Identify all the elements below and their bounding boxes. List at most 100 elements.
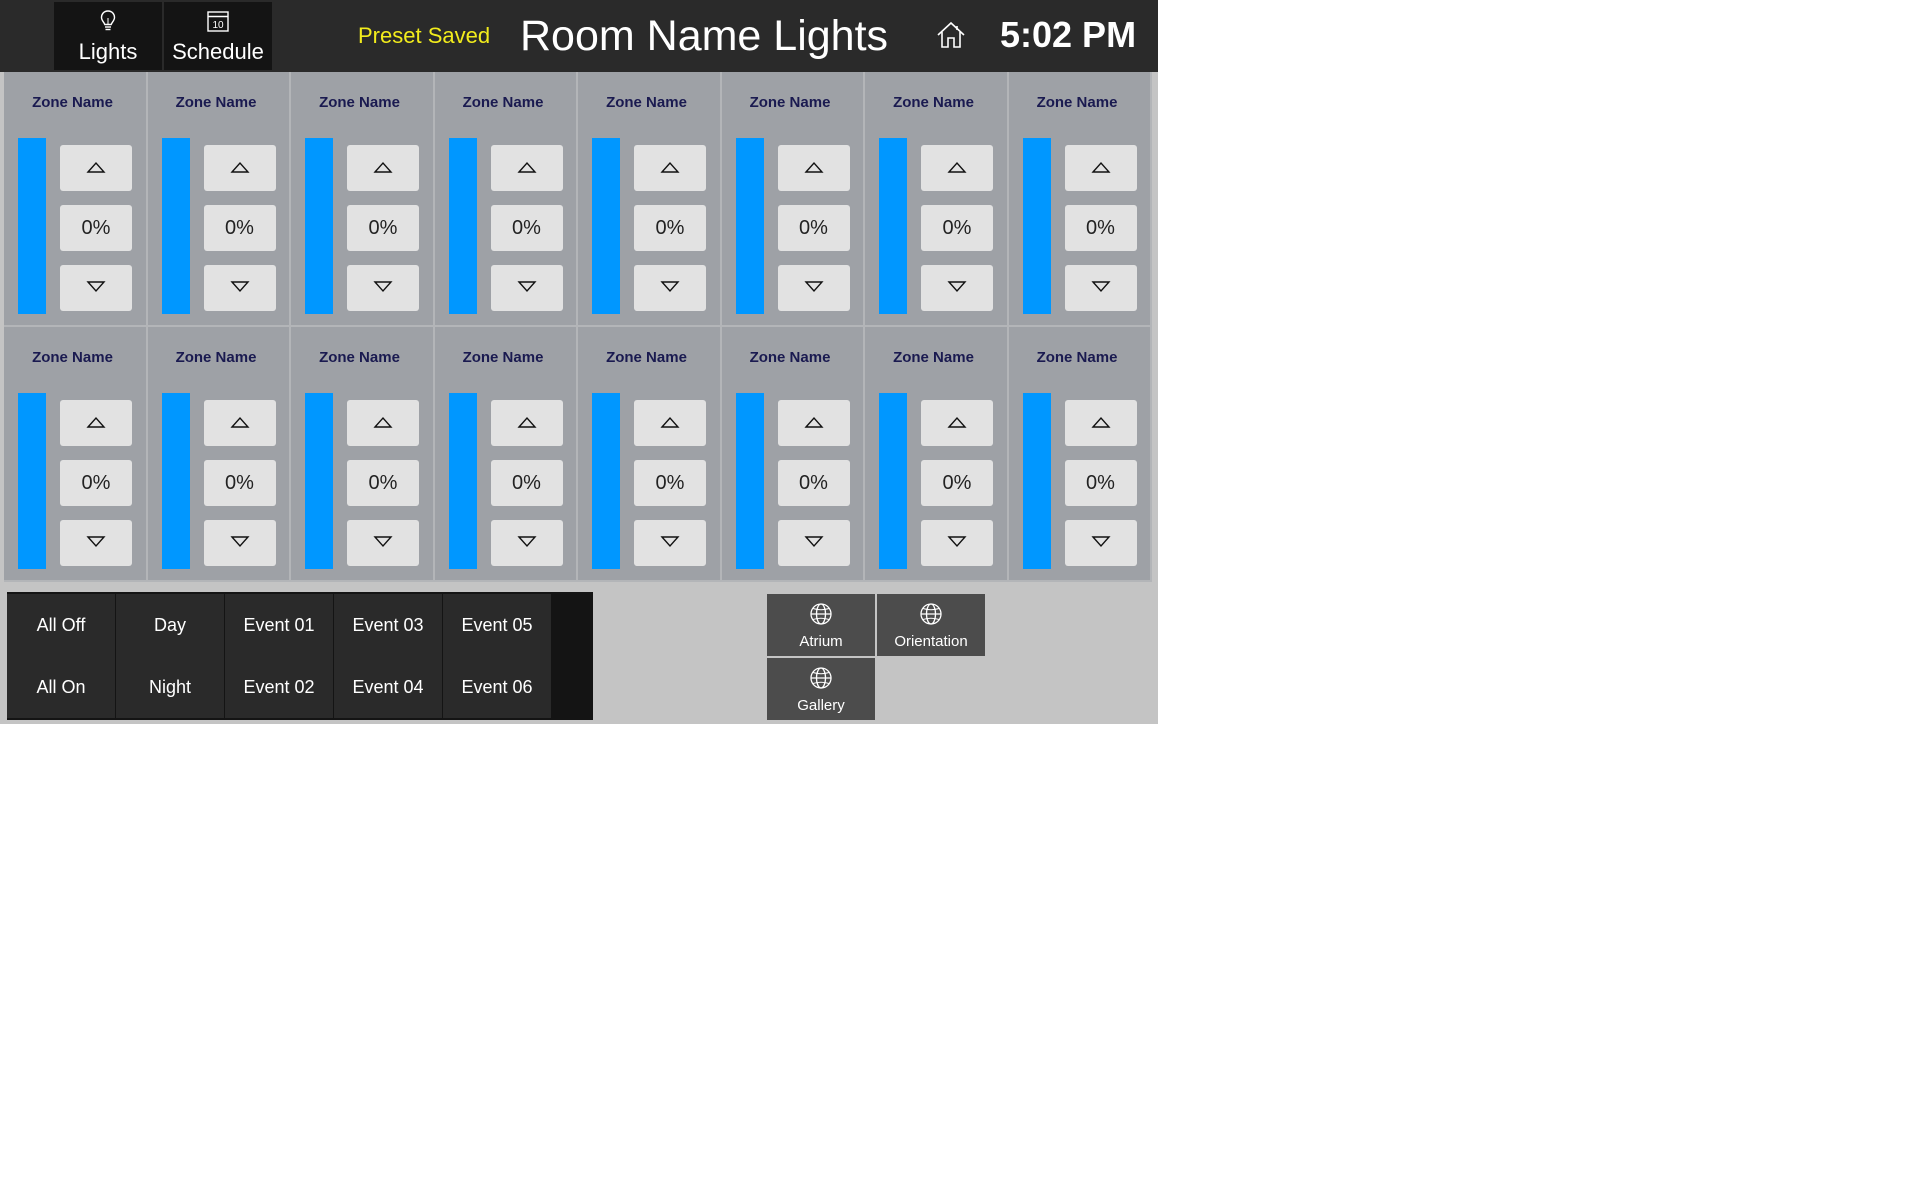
- zone-level-readout: 0%: [634, 460, 706, 506]
- calendar-day-number: 10: [212, 20, 224, 31]
- zone-raise-button[interactable]: [203, 400, 276, 446]
- preset-button[interactable]: Night: [116, 656, 224, 718]
- zone-level-bar[interactable]: [1022, 393, 1051, 569]
- zone-level-bar[interactable]: [735, 393, 764, 569]
- zone-lower-button[interactable]: [60, 520, 132, 566]
- zone-level-readout: 0%: [60, 460, 132, 506]
- zone-level-readout: 0%: [203, 460, 276, 506]
- zone-panel: Zone Name 0%: [434, 72, 578, 327]
- zone-lower-button[interactable]: [203, 265, 276, 311]
- zone-level-readout: 0%: [60, 205, 132, 251]
- preset-panel: All Off Day Event 01 Event 03 Event 05 All On…: [7, 592, 593, 720]
- zone-lower-button[interactable]: [634, 265, 706, 311]
- zone-level-bar[interactable]: [879, 393, 907, 569]
- clock: 5:02 PM: [1000, 14, 1137, 55]
- zone-lower-button[interactable]: [203, 520, 276, 566]
- zone-level-readout: 0%: [634, 205, 706, 251]
- zone-level-bar[interactable]: [592, 393, 620, 569]
- zone-panel: Zone Name 0%: [4, 72, 148, 327]
- zone-lower-button[interactable]: [347, 265, 419, 311]
- zone-raise-button[interactable]: [777, 145, 850, 191]
- zone-raise-button[interactable]: [921, 145, 993, 191]
- zone-level-bar[interactable]: [448, 393, 477, 569]
- zone-lower-button[interactable]: [60, 265, 132, 311]
- preset-button[interactable]: All Off: [7, 594, 115, 656]
- zone-name-label: Zone Name: [606, 94, 687, 111]
- zone-panel: Zone Name 0%: [1008, 327, 1152, 582]
- preset-button[interactable]: Event 03: [334, 594, 442, 656]
- zone-lower-button[interactable]: [490, 265, 563, 311]
- zone-level-bar[interactable]: [1022, 138, 1051, 314]
- preset-button[interactable]: Event 05: [443, 594, 551, 656]
- zone-raise-button[interactable]: [1064, 400, 1137, 446]
- room-label: Atrium: [799, 633, 843, 650]
- zone-level-bar[interactable]: [161, 393, 190, 569]
- zone-panel: Zone Name 0%: [434, 327, 578, 582]
- zone-raise-button[interactable]: [634, 145, 706, 191]
- zone-name-label: Zone Name: [606, 349, 687, 366]
- zone-level-readout: 0%: [347, 205, 419, 251]
- zone-lower-button[interactable]: [1064, 520, 1137, 566]
- zone-level-readout: 0%: [1064, 205, 1137, 251]
- preset-button[interactable]: Event 02: [225, 656, 333, 718]
- zone-lower-button[interactable]: [921, 265, 993, 311]
- zone-raise-button[interactable]: [921, 400, 993, 446]
- zone-lower-button[interactable]: [634, 520, 706, 566]
- zone-level-readout: 0%: [921, 460, 993, 506]
- zone-level-bar[interactable]: [879, 138, 907, 314]
- zone-level-bar[interactable]: [448, 138, 477, 314]
- home-icon: [934, 21, 968, 56]
- globe-icon: [877, 602, 985, 626]
- zone-level-bar[interactable]: [161, 138, 190, 314]
- preset-status-text: Preset Saved: [358, 23, 491, 48]
- zone-lower-button[interactable]: [347, 520, 419, 566]
- zone-panel: Zone Name 0%: [291, 72, 435, 327]
- preset-button[interactable]: Event 06: [443, 656, 551, 718]
- preset-button[interactable]: Day: [116, 594, 224, 656]
- zone-lower-button[interactable]: [777, 265, 850, 311]
- top-bar: Lights 10 Schedule Preset Saved Room Nam…: [0, 0, 1158, 72]
- zone-raise-button[interactable]: [777, 400, 850, 446]
- zone-lower-button[interactable]: [1064, 265, 1137, 311]
- lights-nav-button[interactable]: Lights: [54, 2, 162, 70]
- zone-level-bar[interactable]: [305, 138, 333, 314]
- zone-name-label: Zone Name: [32, 349, 113, 366]
- zone-lower-button[interactable]: [921, 520, 993, 566]
- zone-raise-button[interactable]: [490, 145, 563, 191]
- zone-name-label: Zone Name: [175, 349, 257, 366]
- zone-level-bar[interactable]: [18, 393, 46, 569]
- zone-panel: Zone Name 0%: [721, 72, 865, 327]
- zone-panel: Zone Name 0%: [1008, 72, 1152, 327]
- zone-raise-button[interactable]: [347, 400, 419, 446]
- globe-icon: [767, 602, 875, 626]
- preset-button[interactable]: Event 01: [225, 594, 333, 656]
- zone-raise-button[interactable]: [490, 400, 563, 446]
- zone-raise-button[interactable]: [60, 400, 132, 446]
- schedule-nav-button[interactable]: 10 Schedule: [164, 2, 272, 70]
- zone-name-label: Zone Name: [893, 349, 974, 366]
- zone-level-bar[interactable]: [592, 138, 620, 314]
- room-button-atrium[interactable]: Atrium: [767, 594, 875, 656]
- zone-raise-button[interactable]: [347, 145, 419, 191]
- zone-level-readout: 0%: [777, 460, 850, 506]
- zone-raise-button[interactable]: [203, 145, 276, 191]
- zone-level-bar[interactable]: [18, 138, 46, 314]
- home-button[interactable]: [934, 18, 968, 52]
- zone-raise-button[interactable]: [634, 400, 706, 446]
- room-button-gallery[interactable]: Gallery: [767, 658, 875, 720]
- zone-level-bar[interactable]: [305, 393, 333, 569]
- calendar-icon: 10: [164, 9, 272, 33]
- zone-lower-button[interactable]: [777, 520, 850, 566]
- zone-name-label: Zone Name: [175, 94, 257, 111]
- room-button-orientation[interactable]: Orientation: [877, 594, 985, 656]
- zone-panel: Zone Name 0%: [865, 72, 1009, 327]
- preset-button[interactable]: Event 04: [334, 656, 442, 718]
- preset-button[interactable]: All On: [7, 656, 115, 718]
- lightbulb-icon: [54, 9, 162, 33]
- zone-panel: Zone Name 0%: [147, 72, 291, 327]
- zone-name-label: Zone Name: [319, 349, 400, 366]
- zone-lower-button[interactable]: [490, 520, 563, 566]
- zone-raise-button[interactable]: [60, 145, 132, 191]
- zone-raise-button[interactable]: [1064, 145, 1137, 191]
- zone-level-bar[interactable]: [735, 138, 764, 314]
